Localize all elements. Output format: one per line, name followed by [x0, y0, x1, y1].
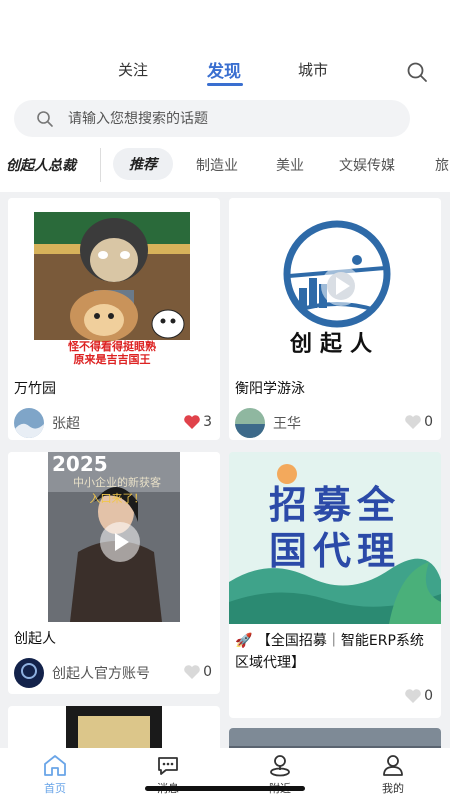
- card-author[interactable]: 创起人官方账号: [14, 658, 150, 688]
- like-count: 3: [203, 414, 212, 430]
- card-image: 招募全 国代理: [229, 452, 441, 624]
- feed-card[interactable]: 创起人 衡阳学游泳 王华 0: [229, 198, 441, 440]
- nav-home[interactable]: 首页: [25, 752, 85, 796]
- search-icon[interactable]: [406, 61, 428, 83]
- card-title: 创起人: [14, 631, 56, 647]
- avatar: [14, 658, 44, 688]
- card-image: [8, 706, 220, 752]
- message-icon: [158, 757, 178, 775]
- card-title: 衡阳学游泳: [235, 381, 305, 397]
- category-beauty[interactable]: 美业: [276, 155, 304, 175]
- card-author[interactable]: 张超: [14, 408, 80, 438]
- like-count: 0: [203, 664, 212, 680]
- like-button[interactable]: 0: [404, 414, 433, 430]
- bottom-nav: 首页 消息 附近 我的: [0, 748, 450, 800]
- author-name: 王华: [273, 416, 301, 432]
- heart-icon: [184, 665, 200, 679]
- home-indicator: [145, 786, 305, 791]
- feed-card[interactable]: 2025 中小企业的新获客 入口来了！ 创起人 创起人官方账号 0: [8, 452, 220, 694]
- profile-icon: [383, 755, 403, 776]
- category-recommend[interactable]: 推荐: [113, 148, 173, 180]
- like-button[interactable]: 0: [183, 664, 212, 680]
- nav-label: 我的: [382, 782, 404, 795]
- card-image: 2025 中小企业的新获客 入口来了！: [8, 452, 220, 622]
- search-icon: [37, 110, 53, 127]
- feed-card[interactable]: 怪不得看得挺眼熟 原来是吉吉国王 万竹园 张超 3: [8, 198, 220, 440]
- heart-icon: [405, 415, 421, 429]
- home-icon: [44, 755, 66, 776]
- author-name: 张超: [52, 416, 80, 432]
- feed: 怪不得看得挺眼熟 原来是吉吉国王 万竹园 张超 3 创起人 衡阳学游泳 王华 0…: [0, 192, 450, 752]
- heart-icon: [184, 415, 200, 429]
- category-divider: [100, 148, 101, 182]
- tab-active-indicator: [207, 83, 243, 86]
- category-entertainment-media[interactable]: 文娱传媒: [339, 155, 395, 175]
- video-year: 2025: [52, 452, 108, 476]
- poster-title: 招募全: [268, 483, 401, 527]
- search-bar[interactable]: [14, 100, 410, 137]
- search-input[interactable]: [68, 110, 368, 127]
- card-logo-text: 创起人: [289, 332, 380, 357]
- heart-icon: [405, 689, 421, 703]
- category-manufacturing[interactable]: 制造业: [196, 155, 238, 175]
- card-image: 创起人: [229, 198, 441, 366]
- play-icon[interactable]: [100, 522, 140, 562]
- category-travel[interactable]: 旅: [435, 155, 449, 175]
- card-title: 🚀 【全国招募｜智能ERP系统区域代理】: [235, 633, 424, 671]
- card-image-caption: 怪不得看得挺眼熟: [68, 340, 156, 353]
- top-tab-bar: 关注 发现 城市: [0, 55, 450, 89]
- feed-card[interactable]: [8, 706, 220, 752]
- tab-discover[interactable]: 发现: [207, 57, 241, 82]
- like-count: 0: [424, 688, 433, 704]
- nearby-icon: [270, 755, 290, 777]
- video-subline: 入口来了！: [89, 492, 145, 505]
- card-image: 怪不得看得挺眼熟 原来是吉吉国王: [8, 198, 220, 366]
- tab-follow[interactable]: 关注: [118, 59, 148, 80]
- card-image-caption: 原来是吉吉国王: [73, 353, 151, 366]
- card-author[interactable]: 王华: [235, 408, 301, 438]
- avatar: [235, 408, 265, 438]
- play-icon[interactable]: [321, 266, 361, 306]
- like-button[interactable]: 0: [404, 688, 433, 704]
- feed-card[interactable]: 招募全 国代理 🚀 【全国招募｜智能ERP系统区域代理】 0: [229, 452, 441, 718]
- author-name: 创起人官方账号: [52, 666, 150, 682]
- nav-profile[interactable]: 我的: [363, 752, 423, 796]
- avatar: [14, 408, 44, 438]
- nav-label: 首页: [44, 782, 66, 795]
- card-title: 万竹园: [14, 381, 56, 397]
- like-count: 0: [424, 414, 433, 430]
- category-fixed-president[interactable]: 创起人总裁: [6, 155, 76, 175]
- like-button[interactable]: 3: [183, 414, 212, 430]
- tab-city[interactable]: 城市: [298, 59, 328, 80]
- video-headline: 中小企业的新获客: [73, 476, 161, 489]
- category-bar: 创起人总裁 推荐 制造业 美业 文娱传媒 旅: [0, 144, 450, 184]
- poster-title: 国代理: [268, 529, 401, 573]
